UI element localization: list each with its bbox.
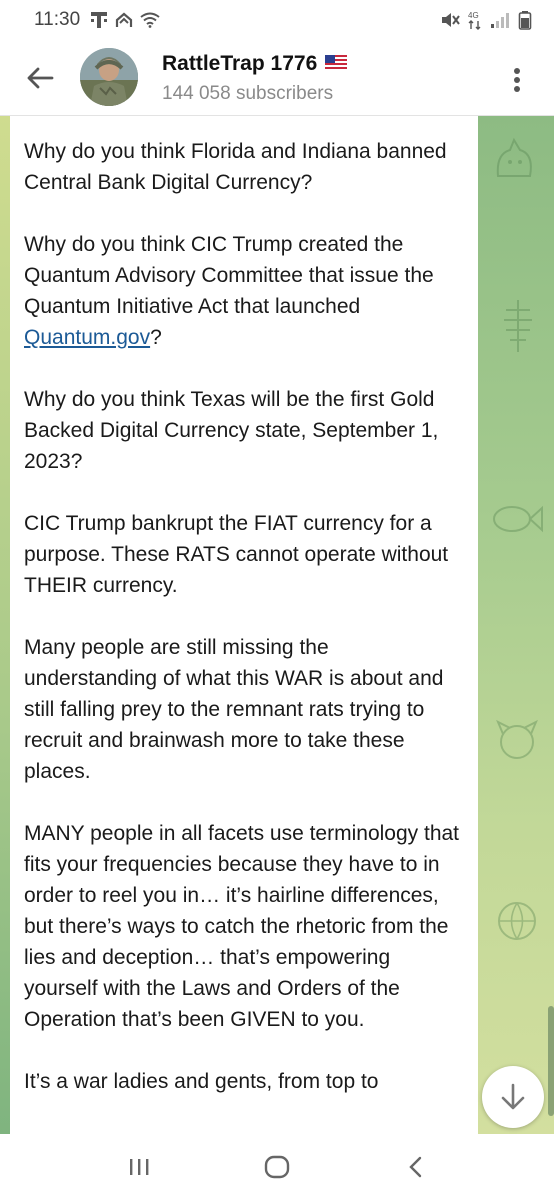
ball-doodle-icon bbox=[498, 902, 536, 940]
chat-background-pattern bbox=[478, 116, 554, 1134]
recent-apps-button[interactable] bbox=[109, 1142, 169, 1192]
cat-doodle-icon bbox=[496, 137, 532, 177]
message-paragraph: Why do you think Texas will be the first… bbox=[24, 388, 439, 473]
avatar[interactable] bbox=[80, 48, 138, 106]
home-button[interactable] bbox=[247, 1142, 307, 1192]
message-paragraph: Why do you think CIC Trump created the Q… bbox=[24, 233, 434, 349]
more-options-button[interactable] bbox=[502, 60, 532, 100]
home-icon bbox=[264, 1155, 290, 1179]
channel-message: Why do you think Florida and Indiana ban… bbox=[10, 116, 478, 1134]
more-vertical-icon bbox=[514, 68, 520, 92]
back-nav-button[interactable] bbox=[385, 1142, 445, 1192]
t-mobile-icon bbox=[90, 10, 108, 30]
channel-name: RattleTrap 1776 bbox=[162, 52, 318, 75]
message-paragraph: It’s a war ladies and gents, from top to bbox=[24, 1070, 379, 1093]
recent-apps-icon bbox=[130, 1159, 149, 1175]
message-paragraph: CIC Trump bankrupt the FIAT currency for… bbox=[24, 512, 449, 597]
mute-icon bbox=[440, 11, 460, 29]
arrow-down-icon bbox=[501, 1083, 525, 1110]
wifi-icon bbox=[140, 12, 160, 28]
signal-icon bbox=[490, 11, 510, 29]
scroll-to-bottom-button[interactable] bbox=[482, 1066, 544, 1128]
subscriber-count: 144 058 subscribers bbox=[162, 83, 334, 104]
status-bar: 11:30 4G bbox=[0, 0, 554, 40]
svg-text:4G: 4G bbox=[468, 11, 479, 20]
us-flag-icon bbox=[325, 52, 348, 76]
channel-header: RattleTrap 1776 144 058 subscribers bbox=[0, 40, 554, 116]
chevron-left-icon bbox=[409, 1156, 422, 1178]
back-button[interactable] bbox=[20, 58, 60, 98]
chat-area[interactable]: Why do you think Florida and Indiana ban… bbox=[0, 116, 554, 1134]
fish-bone-doodle-icon bbox=[504, 300, 532, 352]
message-paragraph: Why do you think Florida and Indiana ban… bbox=[24, 140, 447, 194]
quantum-gov-link[interactable]: Quantum.gov bbox=[24, 326, 150, 349]
fish-doodle-icon bbox=[493, 505, 543, 533]
dog-doodle-icon bbox=[496, 719, 538, 759]
system-nav-bar bbox=[0, 1134, 554, 1200]
chat-background-left bbox=[0, 116, 10, 1134]
message-paragraph: Many people are still missing the unders… bbox=[24, 636, 444, 783]
data-icon: 4G bbox=[468, 10, 482, 30]
message-paragraph: MANY people in all facets use terminolog… bbox=[24, 822, 460, 1031]
battery-icon bbox=[518, 10, 532, 30]
upload-icon bbox=[114, 11, 134, 29]
status-time: 11:30 bbox=[34, 9, 81, 30]
back-arrow-icon bbox=[27, 67, 54, 89]
scrollbar-thumb[interactable] bbox=[548, 1006, 554, 1116]
channel-title[interactable]: RattleTrap 1776 bbox=[162, 52, 348, 76]
